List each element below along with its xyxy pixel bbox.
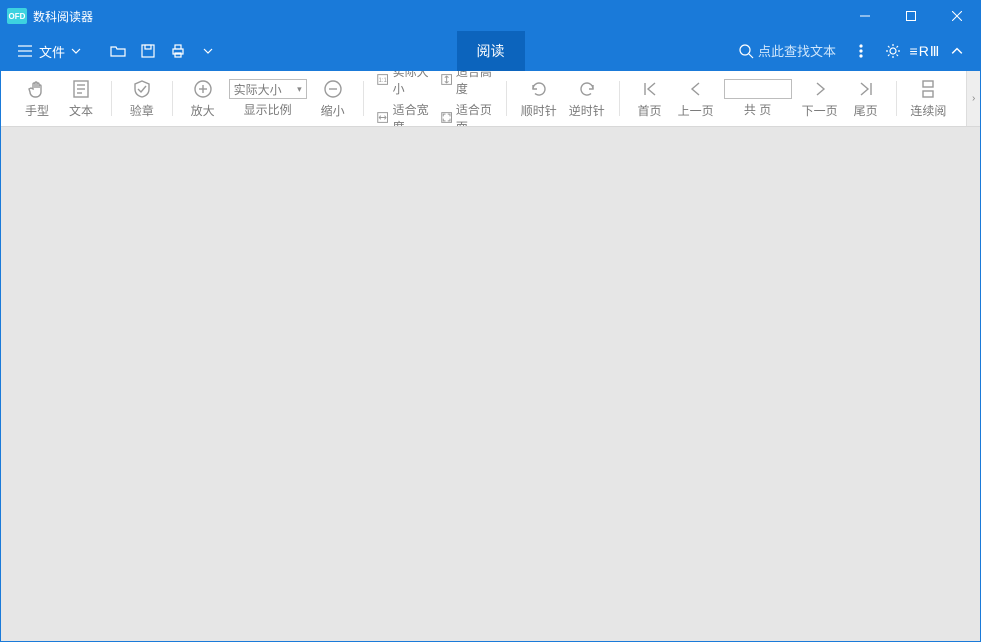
fit-page-icon: [441, 110, 452, 125]
tab-read[interactable]: 阅读: [457, 31, 525, 71]
minimize-icon: [860, 11, 870, 21]
next-page-icon: [810, 79, 830, 99]
continuous-icon: [918, 79, 938, 99]
fit-actual-icon: 1:1: [377, 72, 388, 87]
print-icon: [170, 43, 186, 59]
zoom-in-icon: [193, 79, 213, 99]
zoom-select-label: 显示比例: [244, 101, 292, 118]
fit-page-button[interactable]: 适合页面: [439, 100, 494, 127]
zoom-in-label: 放大: [191, 102, 215, 119]
fit-width-icon: [377, 110, 388, 125]
rotate-ccw-icon: [577, 79, 597, 99]
prev-page-icon: [686, 79, 706, 99]
ribbon-toolbar: 手型 文本 验章: [1, 71, 980, 127]
last-page-icon: [856, 79, 876, 99]
zoom-in-button[interactable]: 放大: [181, 75, 225, 122]
fit-width-label: 适合宽度: [393, 101, 429, 127]
zoom-out-icon: [323, 79, 343, 99]
chevron-right-icon: ›: [972, 93, 975, 104]
maximize-icon: [906, 11, 916, 21]
prev-page-button[interactable]: 上一页: [672, 75, 720, 122]
close-icon: [952, 11, 962, 21]
file-menu-button[interactable]: 文件: [11, 38, 87, 65]
fit-width-button[interactable]: 适合宽度: [375, 100, 430, 127]
first-page-button[interactable]: 首页: [628, 75, 672, 122]
layout-mode-label: ≡RⅢ: [910, 43, 941, 60]
file-menu-label: 文件: [39, 42, 65, 61]
hand-tool-label: 手型: [25, 102, 49, 119]
verify-seal-button[interactable]: 验章: [120, 75, 164, 122]
tab-read-label: 阅读: [477, 41, 505, 61]
rotate-cw-label: 顺时针: [521, 102, 557, 119]
document-viewport[interactable]: [1, 127, 980, 641]
rotate-cw-button[interactable]: 顺时针: [515, 75, 563, 122]
menu-icon: [17, 43, 33, 59]
rotate-ccw-label: 逆时针: [569, 102, 605, 119]
search-icon: [738, 43, 754, 59]
zoom-out-label: 缩小: [321, 102, 345, 119]
gear-icon: [885, 43, 901, 59]
prev-page-label: 上一页: [678, 102, 714, 119]
print-button[interactable]: [165, 38, 191, 64]
fit-height-button[interactable]: 适合高度: [439, 71, 494, 98]
zoom-select[interactable]: 实际大小 ▾: [229, 79, 307, 99]
minimize-button[interactable]: [842, 1, 888, 31]
zoom-select-value: 实际大小: [234, 81, 282, 98]
last-page-button[interactable]: 尾页: [844, 75, 888, 122]
last-page-label: 尾页: [854, 102, 878, 119]
chevron-up-icon: [951, 45, 963, 57]
fit-height-label: 适合高度: [456, 71, 492, 97]
layout-mode-button[interactable]: ≡RⅢ: [912, 38, 938, 64]
app-title: 数科阅读器: [33, 8, 93, 25]
continuous-read-label: 连续阅: [910, 102, 946, 119]
page-number-input[interactable]: [724, 79, 792, 99]
more-vertical-icon: [853, 43, 869, 59]
shield-check-icon: [132, 79, 152, 99]
rotate-cw-icon: [529, 79, 549, 99]
menubar: 文件 阅读: [1, 31, 980, 71]
fit-height-icon: [441, 72, 452, 87]
fit-page-label: 适合页面: [456, 101, 492, 127]
fit-actual-label: 实际大小: [393, 71, 429, 97]
more-menu-button[interactable]: [848, 38, 874, 64]
chevron-down-icon: [71, 46, 81, 56]
next-page-label: 下一页: [802, 102, 838, 119]
fit-actual-button[interactable]: 1:1 实际大小: [375, 71, 430, 98]
svg-text:1:1: 1:1: [379, 78, 388, 84]
next-page-button[interactable]: 下一页: [796, 75, 844, 122]
text-select-icon: [71, 79, 91, 99]
more-quick-button[interactable]: [195, 38, 221, 64]
settings-button[interactable]: [880, 38, 906, 64]
caret-down-icon: ▾: [297, 84, 302, 95]
verify-seal-label: 验章: [130, 102, 154, 119]
chevron-down-small-icon: [203, 46, 213, 56]
hand-icon: [27, 79, 47, 99]
titlebar: OFD 数科阅读器: [1, 1, 980, 31]
app-window: OFD 数科阅读器 文件: [0, 0, 981, 642]
save-icon: [140, 43, 156, 59]
zoom-out-button[interactable]: 缩小: [311, 75, 355, 122]
collapse-ribbon-button[interactable]: [944, 38, 970, 64]
folder-open-icon: [110, 43, 126, 59]
open-button[interactable]: [105, 38, 131, 64]
search-box[interactable]: [734, 41, 842, 61]
first-page-label: 首页: [638, 102, 662, 119]
rotate-ccw-button[interactable]: 逆时针: [563, 75, 611, 122]
continuous-read-button[interactable]: 连续阅: [904, 75, 952, 122]
hand-tool-button[interactable]: 手型: [15, 75, 59, 122]
save-button[interactable]: [135, 38, 161, 64]
text-tool-label: 文本: [69, 102, 93, 119]
toolbar-scroll-right[interactable]: ›: [966, 71, 980, 126]
app-logo-icon: OFD: [7, 8, 27, 24]
close-button[interactable]: [934, 1, 980, 31]
first-page-icon: [640, 79, 660, 99]
text-tool-button[interactable]: 文本: [59, 75, 103, 122]
page-total-label: 共 页: [744, 101, 771, 118]
maximize-button[interactable]: [888, 1, 934, 31]
search-input[interactable]: [758, 44, 838, 59]
